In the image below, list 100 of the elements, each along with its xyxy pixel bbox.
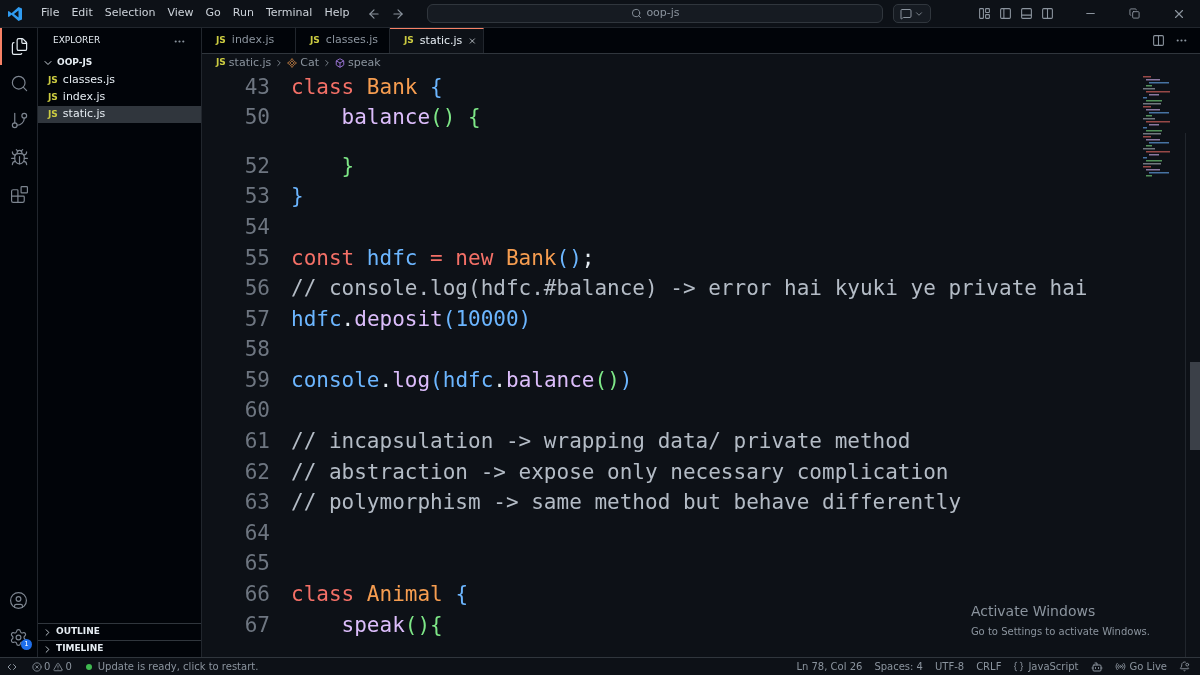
update-message[interactable]: Update is ready, click to restart. [97, 659, 259, 674]
code-token: // console.log(hdfc.#balance) -> error hai kyuki ye private hai [291, 276, 1088, 301]
cursor-position[interactable]: Ln 78, Col 26 [796, 659, 863, 674]
menu-item[interactable]: Terminal [259, 5, 319, 22]
code-token: . [493, 367, 506, 392]
explorer-entry[interactable]: JS index.js [38, 89, 201, 106]
split-editor-icon[interactable] [1152, 34, 1165, 47]
menu-item[interactable]: Selection [98, 5, 162, 22]
activation-title: Activate Windows [970, 602, 1097, 621]
code-token: () { [430, 105, 481, 130]
line-number: 55 [243, 244, 270, 272]
search-icon [10, 74, 29, 93]
menu-item[interactable]: Go [199, 5, 227, 22]
copilot-icon[interactable] [1090, 660, 1103, 673]
code-token: class [291, 582, 355, 607]
code-token: // polymorphism -> same method but behave differently [291, 490, 962, 515]
explorer-title: EXPLORER [53, 34, 101, 48]
line-number: 60 [243, 397, 270, 425]
section-header[interactable]: OUTLINE [38, 623, 201, 640]
activation-text: Go to Settings to activate Windows. [970, 625, 1150, 639]
back-icon[interactable] [367, 6, 382, 21]
line-number: 62 [243, 458, 270, 486]
code-token: } [340, 153, 355, 178]
breadcrumb-item[interactable]: speak [348, 54, 381, 72]
notifications-icon[interactable] [1179, 661, 1190, 672]
code-token: . [341, 306, 355, 331]
file-name: classes.js [62, 72, 115, 89]
encoding[interactable]: UTF-8 [934, 659, 965, 674]
explorer-entry[interactable]: JS classes.js [38, 72, 201, 89]
line-ending[interactable]: CRLF [976, 659, 1002, 674]
go-live-button[interactable]: Go Live [1129, 659, 1167, 674]
close-tab-icon[interactable] [468, 35, 477, 47]
editor-tab[interactable]: JS index.js [202, 28, 296, 53]
file-name: index.js [62, 89, 106, 106]
js-file-icon: JS [216, 56, 226, 70]
warning-icon [53, 661, 64, 672]
line-number: 58 [243, 336, 270, 364]
code-token: // incapsulation -> wrapping data/ private method [291, 429, 911, 454]
code-token: { [454, 582, 469, 607]
code-token: // abstraction -> expose only necessary complication [291, 459, 949, 484]
code-token: (10000) [442, 306, 532, 331]
command-search-field[interactable]: oop-js [427, 4, 884, 23]
error-icon [32, 661, 42, 672]
code-token: Bank [504, 245, 557, 270]
menu-item[interactable]: File [35, 5, 66, 22]
warning-count[interactable]: 0 [65, 659, 72, 674]
toggle-panel-icon[interactable] [1020, 7, 1033, 20]
code-token: hdfc [291, 306, 342, 331]
search-value: oop-js [646, 5, 680, 22]
code-token: speak [340, 612, 405, 637]
editor-tab[interactable]: JS static.js [390, 28, 484, 53]
breadcrumb-item[interactable]: static.js [228, 54, 272, 72]
line-number: 57 [243, 305, 270, 333]
language-mode[interactable]: JavaScript [1028, 659, 1079, 674]
line-number: 50 [243, 104, 270, 132]
code-token: () [556, 245, 582, 270]
braces-icon [1013, 661, 1025, 672]
blocks-icon [10, 185, 29, 204]
restore-icon[interactable] [1129, 8, 1140, 19]
code-token: } [291, 184, 304, 209]
line-number: 43 [243, 73, 270, 101]
scrollbar-thumb[interactable] [1190, 362, 1200, 450]
line-number: 53 [243, 183, 270, 211]
code-token: (){ [404, 612, 443, 637]
search-icon [631, 8, 643, 19]
account-icon[interactable] [9, 591, 28, 610]
folder-header[interactable]: OOP-JS [38, 54, 201, 72]
menu-item[interactable]: Help [318, 5, 356, 22]
settings-icon[interactable] [9, 628, 28, 647]
line-number: 67 [243, 611, 270, 639]
code-token: class [291, 74, 355, 99]
branch-icon [10, 111, 29, 130]
js-file-icon: JS [216, 33, 226, 48]
indentation[interactable]: Spaces: 4 [874, 659, 923, 674]
chat-button[interactable] [893, 4, 932, 23]
method-icon [335, 58, 346, 68]
menu-item[interactable]: View [161, 5, 200, 22]
file-name: static.js [62, 106, 106, 123]
code-token: deposit [354, 306, 443, 331]
toggle-secondary-sidebar-icon[interactable] [1041, 7, 1054, 20]
explorer-entry[interactable]: JS static.js [38, 106, 201, 123]
code-token: Bank [365, 74, 418, 99]
broadcast-icon [1114, 661, 1126, 672]
forward-icon[interactable] [391, 6, 406, 21]
error-count[interactable]: 0 [44, 659, 51, 674]
bug-icon [10, 148, 29, 167]
menu-item[interactable]: Edit [65, 5, 99, 22]
menu-item[interactable]: Run [226, 5, 260, 22]
js-file-icon: JS [48, 73, 58, 88]
line-number: 52 [243, 152, 270, 180]
line-number: 66 [243, 581, 270, 609]
code-token: console [291, 367, 380, 392]
js-file-icon: JS [310, 33, 320, 48]
customize-layout-icon[interactable] [978, 7, 991, 20]
line-number: 64 [243, 519, 270, 547]
code-token: hdfc [365, 245, 418, 270]
breadcrumb-item[interactable]: Cat [300, 54, 320, 72]
code-token: balance [340, 105, 431, 130]
toggle-sidebar-icon[interactable] [999, 7, 1012, 20]
js-file-icon: JS [404, 34, 414, 48]
